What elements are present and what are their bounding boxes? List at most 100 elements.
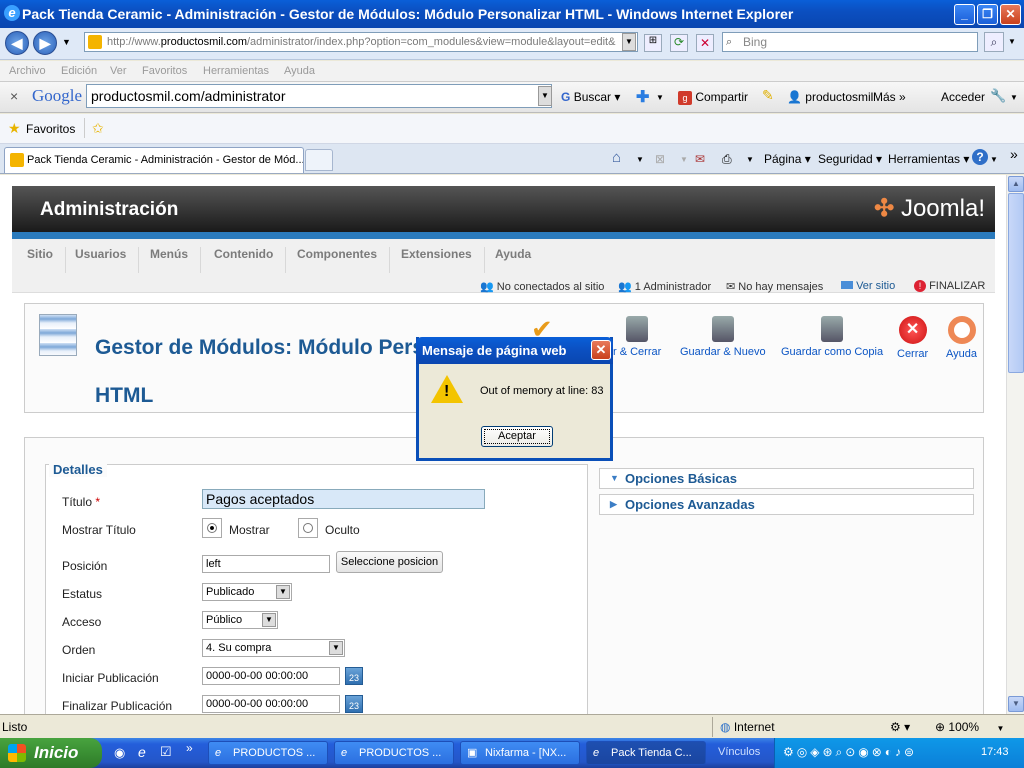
ie-quicklaunch-icon[interactable]: e — [138, 744, 146, 760]
acceder-button[interactable]: Acceder — [941, 90, 985, 104]
quicklaunch-app-icon[interactable]: ☑ — [160, 744, 172, 760]
favoritos-button[interactable]: Favoritos — [26, 122, 75, 136]
opciones-basicas-panel[interactable]: ▼ Opciones Básicas — [599, 468, 974, 489]
rss-icon[interactable]: ⊠ — [655, 152, 665, 166]
taskbar-item-nixfarma[interactable]: ▣ Nixfarma - [NX... — [460, 741, 580, 765]
minimize-button[interactable]: _ — [954, 4, 975, 25]
ayuda-button[interactable]: Ayuda — [946, 316, 977, 360]
seleccione-posicion-button[interactable]: Seleccione posicion — [336, 551, 443, 573]
help-icon[interactable]: ? — [972, 149, 988, 165]
search-go-icon[interactable]: ⌕ — [984, 32, 1004, 52]
user-account-button[interactable]: 👤 productosmil — [787, 90, 873, 104]
google-buscar-button[interactable]: G Buscar ▾ — [561, 90, 620, 104]
dialog-close-button[interactable]: ✕ — [591, 340, 611, 360]
menu-menus[interactable]: Menús — [138, 247, 202, 273]
save-new-button[interactable]: Guardar & Nuevo — [680, 316, 766, 358]
herramientas-menu[interactable]: Herramientas ▾ — [888, 152, 969, 166]
scroll-down-icon[interactable]: ▼ — [1008, 696, 1024, 712]
wrench-icon[interactable]: 🔧 — [990, 88, 1006, 104]
stop-icon[interactable]: ✕ — [696, 34, 714, 52]
menu-usuarios[interactable]: Usuarios — [63, 247, 140, 273]
acceso-select[interactable]: Público ▼ — [202, 611, 278, 629]
taskbar-item-productos-2[interactable]: e PRODUCTOS ... — [334, 741, 454, 765]
mail-icon[interactable]: ✉ — [695, 152, 705, 166]
quicklaunch-more-icon[interactable]: » — [186, 741, 193, 755]
home-icon[interactable]: ⌂ — [612, 149, 621, 166]
help-dropdown-icon[interactable]: ▼ — [990, 155, 998, 164]
compatibility-icon[interactable]: ⊞ — [644, 34, 662, 52]
chevron-down-icon: ▼ — [329, 641, 343, 655]
tray-icons[interactable]: ⚙◎◈⊛⌕⊙◉⊗◐♪⊜ — [783, 745, 917, 760]
menu-herramientas[interactable]: Herramientas — [203, 65, 269, 77]
search-options-icon[interactable]: ▼ — [1008, 37, 1016, 46]
tab-active[interactable]: Pack Tienda Ceramic - Administración - G… — [4, 147, 304, 173]
save-close-button[interactable]: r & Cerrar — [613, 316, 661, 358]
vertical-scrollbar[interactable]: ▲ ▼ — [1006, 175, 1024, 714]
pagina-menu[interactable]: Página ▾ — [764, 152, 811, 166]
menu-sitio[interactable]: Sitio — [15, 247, 66, 273]
wrench-dropdown-icon[interactable]: ▼ — [1010, 93, 1018, 102]
maximize-button[interactable]: ❐ — [977, 4, 998, 25]
vinculos-toolbar[interactable]: Vínculos — [718, 746, 760, 758]
rss-dropdown-icon: ▼ — [680, 155, 688, 164]
cerrar-button[interactable]: ✕ Cerrar — [897, 316, 928, 360]
menu-componentes[interactable]: Componentes — [285, 247, 391, 273]
menu-contenido[interactable]: Contenido — [202, 247, 287, 273]
ver-sitio-link[interactable]: Ver sitio — [841, 280, 895, 292]
more-commands-icon[interactable]: » — [1010, 146, 1018, 162]
protected-mode-icon[interactable]: ⚙ ▾ — [890, 720, 910, 734]
plus-dropdown-icon[interactable]: ▼ — [656, 93, 664, 102]
menu-extensiones[interactable]: Extensiones — [389, 247, 485, 273]
bing-search-input[interactable]: Bing — [722, 32, 978, 52]
finalizar-publicacion-input[interactable]: 0000-00-00 00:00:00 — [202, 695, 340, 713]
google-search-input[interactable]: productosmil.com/administrator — [86, 84, 552, 108]
seguridad-menu[interactable]: Seguridad ▾ — [818, 152, 882, 166]
zoom-control[interactable]: ⊕ 100% ▼ — [935, 720, 1004, 734]
menu-favoritos[interactable]: Favoritos — [142, 65, 187, 77]
url-input[interactable]: http://www.productosmil.com/administrato… — [84, 32, 638, 52]
refresh-icon[interactable]: ⟳ — [670, 34, 688, 52]
posicion-input[interactable]: left — [202, 555, 330, 573]
calendar-icon[interactable]: 23 — [345, 667, 363, 685]
scroll-up-icon[interactable]: ▲ — [1008, 176, 1024, 192]
forward-button[interactable]: ▶ — [33, 31, 57, 55]
chrome-quicklaunch-icon[interactable]: ◉ — [114, 745, 125, 761]
print-dropdown-icon[interactable]: ▼ — [746, 155, 754, 164]
save-copy-button[interactable]: Guardar como Copia — [781, 316, 883, 358]
menu-ayuda-joomla[interactable]: Ayuda — [483, 247, 543, 273]
close-window-button[interactable]: ✕ — [1000, 4, 1021, 25]
opciones-avanzadas-panel[interactable]: ▶ Opciones Avanzadas — [599, 494, 974, 515]
oculto-option[interactable]: Oculto — [325, 523, 360, 537]
start-button[interactable]: Inicio — [0, 738, 102, 768]
menu-ayuda[interactable]: Ayuda — [284, 65, 315, 77]
iniciar-publicacion-input[interactable]: 0000-00-00 00:00:00 — [202, 667, 340, 685]
pencil-icon[interactable]: ✎ — [762, 87, 774, 104]
mostrar-option[interactable]: Mostrar — [229, 523, 270, 537]
google-search-dropdown-icon[interactable]: ▼ — [538, 86, 552, 106]
compartir-button[interactable]: g Compartir — [678, 90, 748, 105]
google-toolbar-close[interactable]: × — [10, 88, 18, 104]
finalizar-link[interactable]: ! FINALIZAR — [914, 280, 985, 292]
menu-archivo[interactable]: Archivo — [9, 65, 46, 77]
history-dropdown-icon[interactable]: ▼ — [62, 37, 71, 47]
orden-select[interactable]: 4. Su compra ▼ — [202, 639, 345, 657]
mostrar-radio-box[interactable] — [202, 518, 222, 538]
taskbar-item-pack-tienda[interactable]: e Pack Tienda C... — [586, 741, 706, 765]
taskbar-item-productos-1[interactable]: e PRODUCTOS ... — [208, 741, 328, 765]
calendar-icon[interactable]: 23 — [345, 695, 363, 713]
new-tab-button[interactable] — [305, 149, 333, 171]
back-button[interactable]: ◀ — [5, 31, 29, 55]
home-dropdown-icon[interactable]: ▼ — [636, 155, 644, 164]
menu-edicion[interactable]: Edición — [61, 65, 97, 77]
mas-button[interactable]: Más » — [873, 90, 906, 104]
estatus-select[interactable]: Publicado ▼ — [202, 583, 292, 601]
add-favorite-icon[interactable]: ✩ — [92, 120, 104, 137]
menu-ver[interactable]: Ver — [110, 65, 127, 77]
url-dropdown-icon[interactable]: ▼ — [622, 33, 636, 51]
aceptar-button[interactable]: Aceptar — [481, 426, 553, 447]
titulo-input[interactable]: Pagos aceptados — [202, 489, 485, 509]
print-icon[interactable]: ⎙ — [722, 152, 732, 167]
plus-icon[interactable]: ✚ — [636, 87, 649, 107]
scroll-thumb[interactable] — [1008, 193, 1024, 373]
oculto-radio-box[interactable] — [298, 518, 318, 538]
